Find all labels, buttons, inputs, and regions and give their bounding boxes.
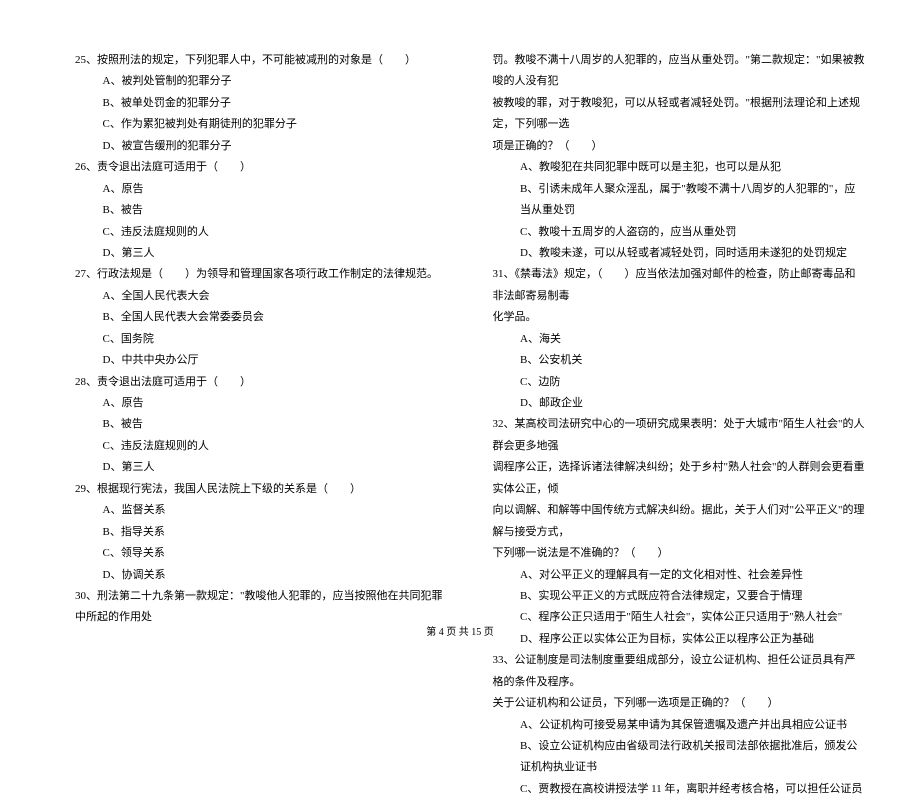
q30-cont-l3: 项是正确的？（ ）: [493, 136, 866, 157]
q31-d: D、邮政企业: [493, 393, 866, 414]
page-body: 25、按照刑法的规定，下列犯罪人中，不可能被减刑的对象是（ ） A、被判处管制的…: [75, 50, 865, 800]
q28-c: C、违反法庭规则的人: [75, 436, 448, 457]
q31-stem-l2: 化学品。: [493, 307, 866, 328]
q25-a: A、被判处管制的犯罪分子: [75, 71, 448, 92]
q33-c: C、贾教授在高校讲授法学 11 年，离职并经考核合格，可以担任公证员: [493, 779, 866, 800]
q27-d: D、中共中央办公厅: [75, 350, 448, 371]
q31-c: C、边防: [493, 372, 866, 393]
q27-b: B、全国人民代表大会常委委员会: [75, 307, 448, 328]
q33-a: A、公证机构可接受易某申请为其保管遗嘱及遗产并出具相应公证书: [493, 715, 866, 736]
q32-a: A、对公平正义的理解具有一定的文化相对性、社会差异性: [493, 565, 866, 586]
left-column: 25、按照刑法的规定，下列犯罪人中，不可能被减刑的对象是（ ） A、被判处管制的…: [75, 50, 448, 800]
q29-b: B、指导关系: [75, 522, 448, 543]
q26-b: B、被告: [75, 200, 448, 221]
q29-d: D、协调关系: [75, 565, 448, 586]
q29-a: A、监督关系: [75, 500, 448, 521]
q32-l2: 调程序公正，选择诉诸法律解决纠纷；处于乡村"熟人社会"的人群则会更看重实体公正，…: [493, 457, 866, 500]
q33-b: B、设立公证机构应由省级司法行政机关报司法部依据批准后，颁发公证机构执业证书: [493, 736, 866, 779]
q26-a: A、原告: [75, 179, 448, 200]
q29-c: C、领导关系: [75, 543, 448, 564]
q26-d: D、第三人: [75, 243, 448, 264]
q32-b: B、实现公平正义的方式既应符合法律规定，又要合于情理: [493, 586, 866, 607]
q30-c: C、教唆十五周岁的人盗窃的，应当从重处罚: [493, 222, 866, 243]
q30-cont-l2: 被教唆的罪，对于教唆犯，可以从轻或者减轻处罚。"根据刑法理论和上述规定，下列哪一…: [493, 93, 866, 136]
q30-cont-l1: 罚。教唆不满十八周岁的人犯罪的，应当从重处罚。"第二款规定："如果被教唆的人没有…: [493, 50, 866, 93]
q32-l4: 下列哪一说法是不准确的？（ ）: [493, 543, 866, 564]
right-column: 罚。教唆不满十八周岁的人犯罪的，应当从重处罚。"第二款规定："如果被教唆的人没有…: [493, 50, 866, 800]
q31-stem-l1: 31、《禁毒法》规定，（ ）应当依法加强对邮件的检查，防止邮寄毒品和非法邮寄易制…: [493, 264, 866, 307]
q28-stem: 28、责令退出法庭可适用于（ ）: [75, 372, 448, 393]
q30-a: A、教唆犯在共同犯罪中既可以是主犯，也可以是从犯: [493, 157, 866, 178]
q28-b: B、被告: [75, 414, 448, 435]
q32-l3: 向以调解、和解等中国传统方式解决纠纷。据此，关于人们对"公平正义"的理解与接受方…: [493, 500, 866, 543]
q29-stem: 29、根据现行宪法，我国人民法院上下级的关系是（ ）: [75, 479, 448, 500]
q27-stem: 27、行政法规是（ ）为领导和管理国家各项行政工作制定的法律规范。: [75, 264, 448, 285]
q26-c: C、违反法庭规则的人: [75, 222, 448, 243]
q31-a: A、海关: [493, 329, 866, 350]
q25-stem: 25、按照刑法的规定，下列犯罪人中，不可能被减刑的对象是（ ）: [75, 50, 448, 71]
q27-c: C、国务院: [75, 329, 448, 350]
q25-d: D、被宣告缓刑的犯罪分子: [75, 136, 448, 157]
q33-l1: 33、公证制度是司法制度重要组成部分，设立公证机构、担任公证员具有严格的条件及程…: [493, 650, 866, 693]
q26-stem: 26、责令退出法庭可适用于（ ）: [75, 157, 448, 178]
q33-l2: 关于公证机构和公证员，下列哪一选项是正确的？（ ）: [493, 693, 866, 714]
q30-d: D、教唆未遂，可以从轻或者减轻处罚，同时适用未遂犯的处罚规定: [493, 243, 866, 264]
q25-b: B、被单处罚金的犯罪分子: [75, 93, 448, 114]
q31-b: B、公安机关: [493, 350, 866, 371]
q27-a: A、全国人民代表大会: [75, 286, 448, 307]
q32-l1: 32、某高校司法研究中心的一项研究成果表明：处于大城市"陌生人社会"的人群会更多…: [493, 414, 866, 457]
q28-a: A、原告: [75, 393, 448, 414]
q28-d: D、第三人: [75, 457, 448, 478]
q30-b: B、引诱未成年人聚众淫乱，属于"教唆不满十八周岁的人犯罪的"，应当从重处罚: [493, 179, 866, 222]
page-footer: 第 4 页 共 15 页: [0, 623, 920, 638]
q25-c: C、作为累犯被判处有期徒刑的犯罪分子: [75, 114, 448, 135]
